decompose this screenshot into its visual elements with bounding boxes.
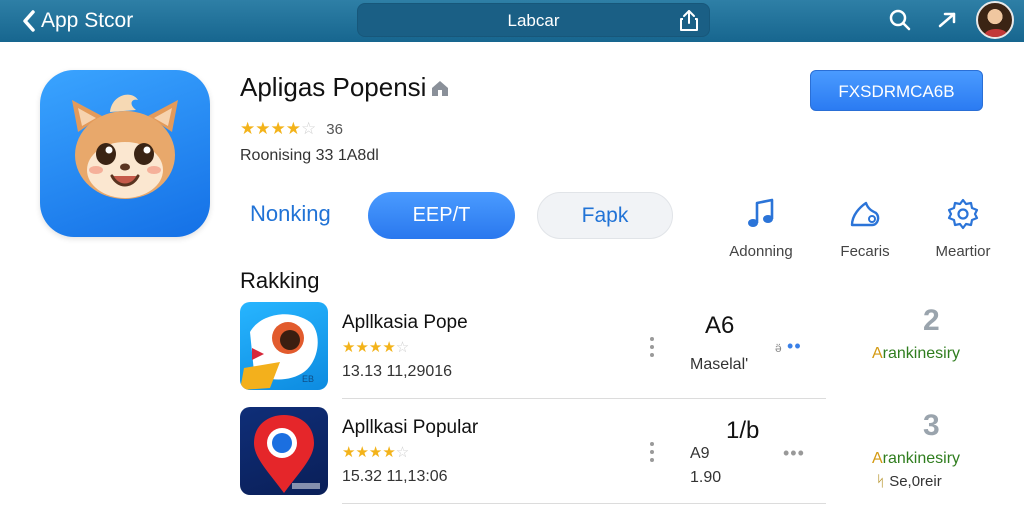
app-rating: ★★★★☆ 36 [240, 119, 343, 139]
chevron-left-icon [23, 10, 35, 32]
shape-icon [850, 201, 880, 227]
bird-icon: EB [240, 314, 318, 390]
rank-extra-text: Se,0reir [889, 473, 942, 490]
dots: •• [787, 336, 802, 356]
app-metric: 1/b [726, 417, 760, 444]
app-thumbnail [240, 407, 328, 495]
app-name: Apllkasia Pope [342, 312, 468, 333]
share-icon[interactable] [678, 8, 700, 32]
action-meartior[interactable]: Meartior [918, 195, 1008, 260]
secondary-pill-button[interactable]: Fapk [537, 192, 673, 239]
app-metric-value: 1.90 [690, 469, 722, 486]
app-metric: A6 [705, 312, 735, 339]
rating-stars: ★★★★☆ [240, 119, 317, 138]
gear-icon [947, 198, 979, 230]
user-avatar[interactable] [976, 1, 1014, 39]
primary-cta-button[interactable]: FXSDRMCA6B [810, 70, 983, 111]
app-meta: Roonising 33 1A8dl [240, 147, 379, 164]
action-label: Fecaris [840, 243, 890, 260]
action-label: Meartior [935, 243, 991, 260]
dots-prefix: ǝ̈ [775, 341, 788, 355]
action-label: Adonning [729, 243, 793, 260]
app-metric-label: Maselal' [690, 356, 749, 373]
rating-stars: ★★★★☆ [342, 339, 410, 356]
search-icon[interactable] [887, 7, 913, 33]
back-label: App Stcor [41, 9, 134, 32]
divider [342, 398, 826, 399]
app-title: Apligas Popensi [240, 72, 450, 103]
fox-mascot-icon [72, 94, 178, 199]
app-stats: 15.32 11,13:06 [342, 468, 448, 485]
primary-pill-button[interactable]: EEP/T [368, 192, 515, 239]
rank-number: 3 [923, 409, 940, 442]
rank-label-text: rankinesiry [882, 345, 961, 362]
rating-stars: ★★★★☆ [342, 444, 410, 461]
more-options-button[interactable]: ••• [783, 443, 805, 464]
more-vertical-icon[interactable] [645, 439, 659, 465]
list-item[interactable]: Apllkasi Popular ★★★★☆ 15.32 11,13:06 1/… [240, 407, 1024, 507]
rank-number: 2 [923, 304, 940, 337]
rank-label: Arankinesiry [872, 450, 961, 467]
app-title-text: Apligas Popensi [240, 72, 427, 102]
nonking-link[interactable]: Nonking [250, 201, 331, 227]
more-vertical-icon[interactable] [645, 334, 659, 360]
svg-text:EB: EB [302, 374, 314, 384]
send-arrow-icon[interactable] [935, 7, 961, 33]
rank-label: Arankinesiry [872, 345, 961, 362]
action-adonning[interactable]: Adonning [716, 195, 806, 260]
rank-extra-prefix: ᛋ [876, 473, 886, 490]
app-stats: 13.13 11,29016 [342, 363, 453, 380]
back-button[interactable]: App Stcor [22, 7, 133, 35]
app-metric-label: A9 [690, 445, 710, 462]
rating-count: 36 [326, 120, 343, 138]
app-name: Apllkasi Popular [342, 417, 479, 438]
map-pin-icon [254, 415, 320, 493]
app-icon [40, 70, 210, 237]
action-fecaris[interactable]: Fecaris [820, 195, 910, 260]
search-bar[interactable]: Labcar [357, 3, 710, 37]
search-query: Labcar [507, 11, 560, 30]
app-thumbnail: EB [240, 302, 328, 390]
ranking-title: Rakking [240, 268, 320, 293]
divider [342, 503, 826, 504]
more-options-button[interactable]: ǝ̈ •• [775, 336, 802, 357]
rank-label-text: rankinesiry [882, 450, 961, 467]
rank-extra: ᛋ Se,0reir [876, 473, 942, 490]
music-note-icon [748, 198, 774, 227]
list-item[interactable]: EB Apllkasia Pope ★★★★☆ 13.13 11,29016 A… [240, 302, 1024, 402]
home-badge-icon [432, 80, 449, 96]
top-bar: App Stcor Labcar [0, 0, 1024, 42]
